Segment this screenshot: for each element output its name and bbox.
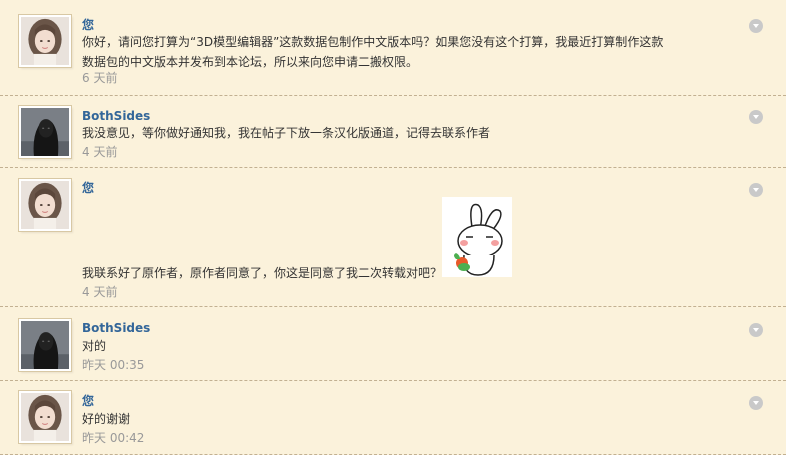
message-time: 4 天前 <box>82 285 118 299</box>
author-name[interactable]: BothSides <box>82 108 150 124</box>
message-text: 你好，请问您打算为“3D模型编辑器”这款数据包制作中文版本吗？如果您没有这个打算… <box>82 35 664 69</box>
message-time: 6 天前 <box>82 71 118 85</box>
message-text: 我没意见，等你做好通知我，我在帖子下放一条汉化版通道，记得去联系作者 <box>82 126 491 140</box>
message-time: 昨天 00:35 <box>82 358 145 372</box>
message-item: 您 我联系好了原作者，原作者同意了，你这是同意了我二次转载对吧？ 4 天前 <box>0 168 786 307</box>
message-text: 好的谢谢 <box>82 412 131 426</box>
author-name[interactable]: BothSides <box>82 320 150 336</box>
author-name[interactable]: 您 <box>82 17 94 33</box>
message-time: 4 天前 <box>82 145 118 159</box>
message-item: 您 你好，请问您打算为“3D模型编辑器”这款数据包制作中文版本吗？如果您没有这个… <box>0 0 786 96</box>
author-name[interactable]: 您 <box>82 180 94 196</box>
female-avatar-icon <box>21 393 69 441</box>
female-avatar-icon <box>21 181 69 229</box>
avatar[interactable] <box>19 319 71 371</box>
message-item: BothSides 对的 昨天 00:35 <box>0 307 786 381</box>
message-item: BothSides 我没意见，等你做好通知我，我在帖子下放一条汉化版通道，记得去… <box>0 96 786 168</box>
message-menu-button[interactable] <box>749 110 763 124</box>
message-item: 您 好的谢谢 昨天 00:42 <box>0 381 786 455</box>
message-time: 昨天 00:42 <box>82 431 145 445</box>
rabbit-sticker-icon <box>442 197 512 277</box>
message-menu-button[interactable] <box>749 323 763 337</box>
avatar[interactable] <box>19 391 71 443</box>
dark-hooded-avatar-icon <box>21 108 69 156</box>
message-text: 对的 <box>82 339 107 353</box>
message-text: 我联系好了原作者，原作者同意了，你这是同意了我二次转载对吧？ <box>82 266 443 280</box>
message-menu-button[interactable] <box>749 183 763 197</box>
avatar[interactable] <box>19 15 71 67</box>
avatar[interactable] <box>19 106 71 158</box>
message-thread: 您 你好，请问您打算为“3D模型编辑器”这款数据包制作中文版本吗？如果您没有这个… <box>0 0 786 455</box>
female-avatar-icon <box>21 17 69 65</box>
message-menu-button[interactable] <box>749 396 763 410</box>
avatar[interactable] <box>19 179 71 231</box>
author-name[interactable]: 您 <box>82 393 94 409</box>
dark-hooded-avatar-icon <box>21 321 69 369</box>
message-menu-button[interactable] <box>749 19 763 33</box>
